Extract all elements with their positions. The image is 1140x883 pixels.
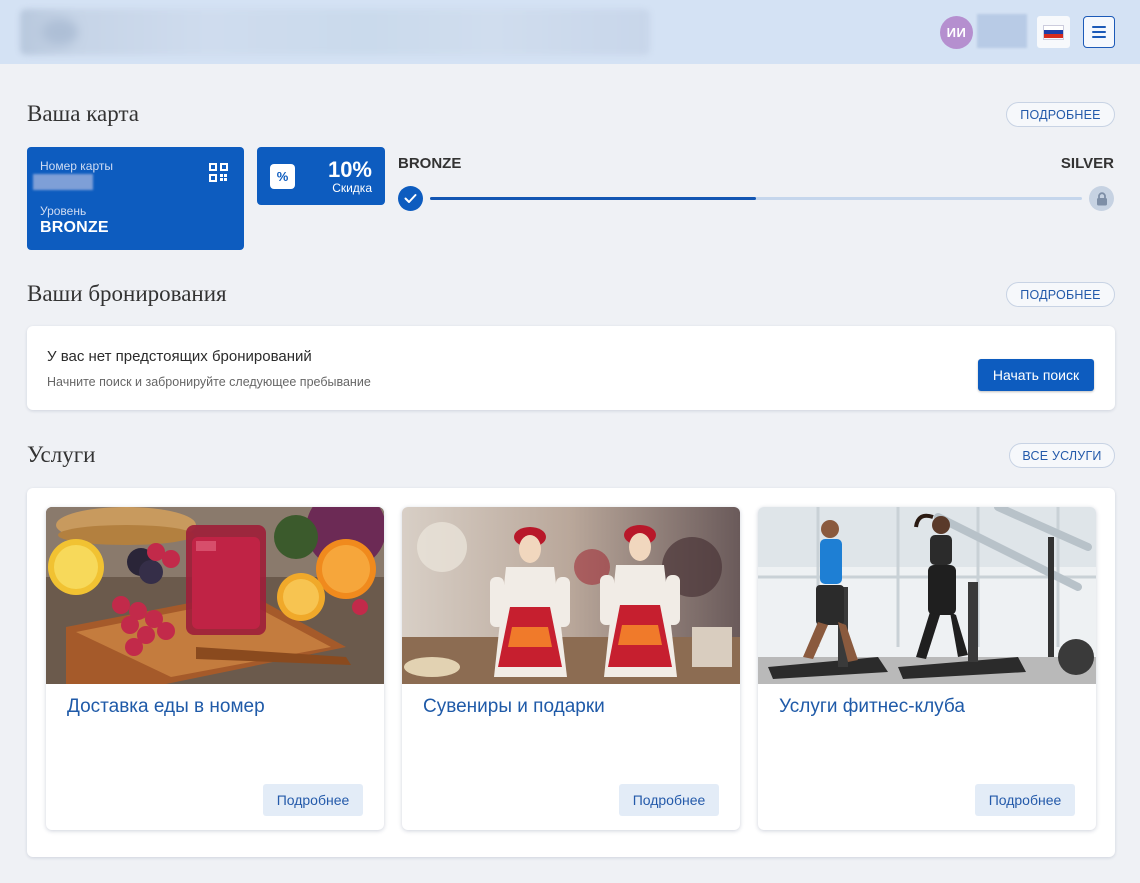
top-header: ИИ: [0, 0, 1140, 64]
start-search-button[interactable]: Начать поиск: [978, 359, 1094, 391]
user-avatar[interactable]: ИИ: [940, 16, 973, 49]
bookings-panel: У вас нет предстоящих бронирований Начни…: [27, 326, 1115, 410]
card-number-label: Номер карты: [40, 159, 113, 173]
fitness-image: [758, 507, 1096, 684]
services-section-title: Услуги: [27, 442, 96, 467]
user-name-blurred[interactable]: [977, 14, 1027, 48]
tier-current-label: BRONZE: [398, 155, 462, 172]
services-panel: Доставка еды в номер Подробнее Сувениры …: [27, 488, 1115, 857]
checkmark-icon: [398, 186, 423, 211]
card-section-title: Ваша карта: [27, 101, 139, 126]
card-more-button[interactable]: ПОДРОБНЕЕ: [1006, 102, 1115, 127]
lock-icon: [1089, 186, 1114, 211]
card-level-value: BRONZE: [40, 219, 109, 236]
tier-next-label: SILVER: [1060, 155, 1114, 172]
card-level-label: Уровень: [40, 204, 87, 218]
header-blurred-logo: [20, 9, 650, 55]
no-bookings-subtitle: Начните поиск и забронируйте следующее п…: [47, 375, 371, 389]
language-switcher[interactable]: [1037, 16, 1070, 48]
all-services-button[interactable]: ВСЕ УСЛУГИ: [1009, 443, 1115, 468]
bookings-section-title: Ваши бронирования: [27, 281, 227, 306]
souvenirs-image: [402, 507, 740, 684]
service-name[interactable]: Услуги фитнес-клуба: [779, 696, 965, 718]
tier-progress-track: [430, 197, 1082, 200]
service-name[interactable]: Сувениры и подарки: [423, 696, 605, 718]
card-number-blurred: [33, 174, 93, 190]
no-bookings-title: У вас нет предстоящих бронирований: [47, 348, 312, 365]
discount-card: % 10% Скидка: [257, 147, 385, 205]
service-card-fitness[interactable]: Услуги фитнес-клуба Подробнее: [758, 507, 1096, 830]
food-delivery-image: [46, 507, 384, 684]
menu-line: [1092, 26, 1106, 28]
tier-progress-fill: [430, 197, 756, 200]
menu-line: [1092, 31, 1106, 33]
service-more-button[interactable]: Подробнее: [263, 784, 363, 816]
percent-icon: %: [270, 164, 295, 189]
qr-code-icon[interactable]: [209, 163, 228, 182]
discount-label: Скидка: [332, 181, 372, 195]
hamburger-menu-button[interactable]: [1083, 16, 1115, 48]
menu-line: [1092, 36, 1106, 38]
service-card-souvenirs[interactable]: Сувениры и подарки Подробнее: [402, 507, 740, 830]
flag-stripe-red: [1044, 34, 1063, 39]
service-more-button[interactable]: Подробнее: [975, 784, 1075, 816]
service-name[interactable]: Доставка еды в номер: [67, 696, 265, 718]
loyalty-card[interactable]: Номер карты Уровень BRONZE: [27, 147, 244, 250]
discount-value: 10%: [327, 157, 372, 182]
russian-flag-icon: [1044, 25, 1063, 39]
bookings-more-button[interactable]: ПОДРОБНЕЕ: [1006, 282, 1115, 307]
service-more-button[interactable]: Подробнее: [619, 784, 719, 816]
service-card-food-delivery[interactable]: Доставка еды в номер Подробнее: [46, 507, 384, 830]
